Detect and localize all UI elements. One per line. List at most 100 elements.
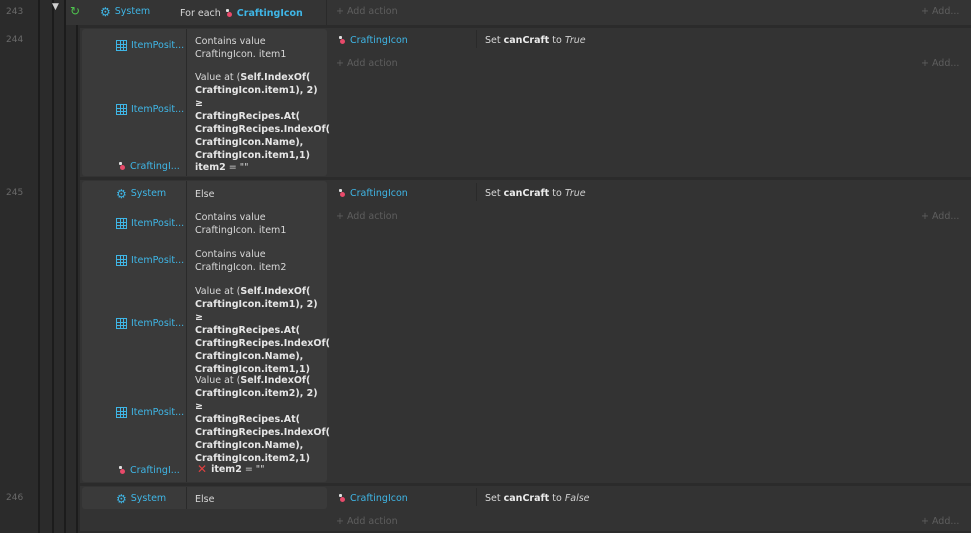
condition-prefix: Value at ( [195, 72, 241, 83]
condition-object-itemposition[interactable]: ItemPosit... [116, 40, 184, 51]
expr-line: Self.IndexOf( [240, 375, 311, 386]
column-divider [326, 0, 327, 25]
tree-line [52, 0, 54, 533]
object-label: ItemPosit... [131, 255, 185, 266]
condition-prefix: Value at ( [195, 375, 241, 386]
foreach-condition[interactable]: For each CraftingIcon [180, 7, 303, 20]
sprite-icon [225, 9, 233, 18]
expr-line: CraftingRecipes.At( [195, 325, 300, 336]
condition-object-itemposition[interactable]: ItemPosit... [116, 104, 184, 115]
object-label: System [130, 188, 167, 199]
expr-line: CraftingIcon.item2), 2) ≥ [195, 388, 318, 412]
action-prefix: Set [485, 188, 501, 199]
condition-text[interactable]: Contains value CraftingIcon. item2 [195, 248, 321, 274]
condition-object-itemposition[interactable]: ItemPosit... [116, 218, 184, 229]
condition-object-craftingicon[interactable]: CraftingI... [118, 465, 180, 476]
array-grid-icon [116, 104, 127, 115]
add-more-link[interactable]: + Add... [921, 516, 959, 527]
add-action-link[interactable]: + Add action [336, 6, 398, 17]
condition-text[interactable]: Value at (Self.IndexOf( CraftingIcon.ite… [195, 374, 330, 465]
condition-text[interactable]: item2 = "" [195, 161, 249, 174]
condition-suffix: = "" [225, 162, 249, 173]
var-name: item2 [211, 464, 242, 475]
condition-object-system[interactable]: ⚙ System [116, 493, 167, 505]
action-object-craftingicon[interactable]: CraftingIcon [338, 493, 408, 504]
add-more-link[interactable]: + Add... [921, 6, 959, 17]
sprite-icon [118, 162, 126, 171]
action-var: canCraft [503, 35, 550, 46]
column-divider [476, 488, 477, 506]
column-divider [476, 183, 477, 201]
condition-object-craftingicon[interactable]: CraftingI... [118, 161, 180, 172]
action-text[interactable]: Set canCraft to False [485, 493, 590, 504]
array-grid-icon [116, 407, 127, 418]
action-var: canCraft [503, 188, 550, 199]
tree-line [76, 0, 78, 533]
action-prefix: Set [485, 493, 501, 504]
object-label: CraftingI... [130, 465, 180, 476]
expr-line: CraftingRecipes.IndexOf( [195, 338, 330, 349]
expr-line: CraftingIcon.item1), 2) ≥ [195, 85, 318, 109]
condition-object-itemposition[interactable]: ItemPosit... [116, 407, 184, 418]
object-label: CraftingI... [130, 161, 180, 172]
collapse-toggle-icon[interactable]: ▼ [52, 3, 59, 12]
condition-text[interactable]: Else [195, 493, 214, 506]
condition-object-itemposition[interactable]: ItemPosit... [116, 255, 184, 266]
action-value: True [564, 188, 586, 199]
add-more-link[interactable]: + Add... [921, 211, 959, 222]
expr-line: Self.IndexOf( [240, 72, 311, 83]
column-divider [186, 29, 187, 176]
action-object-craftingicon[interactable]: CraftingIcon [338, 35, 408, 46]
add-action-link[interactable]: + Add action [336, 211, 398, 222]
var-name: item2 [195, 162, 226, 173]
object-label: System [130, 493, 167, 504]
column-divider [186, 181, 187, 482]
condition-text[interactable]: Contains value CraftingIcon. item1 [195, 211, 321, 237]
condition-text[interactable]: Else [195, 188, 214, 201]
array-grid-icon [116, 218, 127, 229]
expr-line: CraftingIcon.Name), [195, 351, 304, 362]
column-divider [186, 487, 187, 509]
gear-icon: ⚙ [100, 4, 111, 19]
tree-line [38, 0, 40, 533]
object-label: ItemPosit... [131, 104, 185, 115]
condition-text[interactable]: Contains value CraftingIcon. item1 [195, 35, 321, 61]
condition-text-inverted[interactable]: ✕ item2 = "" [197, 463, 265, 476]
expr-line: CraftingRecipes.IndexOf( [195, 427, 330, 438]
add-action-link[interactable]: + Add action [336, 58, 398, 69]
action-mid: to [552, 35, 562, 46]
condition-text[interactable]: Value at (Self.IndexOf( CraftingIcon.ite… [195, 285, 330, 376]
condition-text[interactable]: Value at (Self.IndexOf( CraftingIcon.ite… [195, 71, 330, 162]
array-grid-icon [116, 40, 127, 51]
invert-x-icon: ✕ [197, 462, 208, 476]
action-value: False [564, 493, 590, 504]
expr-line: CraftingIcon.item1,1) [195, 150, 310, 161]
add-more-link[interactable]: + Add... [921, 58, 959, 69]
line-number-243: 243 [6, 7, 24, 17]
expr-line: CraftingRecipes.At( [195, 111, 300, 122]
action-object-craftingicon[interactable]: CraftingIcon [338, 188, 408, 199]
condition-object-system[interactable]: ⚙ System [116, 186, 167, 201]
object-label: CraftingIcon [350, 35, 408, 46]
add-action-link[interactable]: + Add action [336, 516, 398, 527]
action-mid: to [552, 188, 562, 199]
action-text[interactable]: Set canCraft to True [485, 188, 586, 199]
action-text[interactable]: Set canCraft to True [485, 35, 586, 46]
action-prefix: Set [485, 35, 501, 46]
action-value: True [564, 35, 586, 46]
gear-icon: ⚙ [116, 186, 127, 201]
column-divider [476, 30, 477, 48]
sprite-icon [118, 466, 126, 475]
object-label: ItemPosit... [131, 40, 185, 51]
expr-line: CraftingIcon.item1), 2) ≥ [195, 299, 318, 323]
expr-line: CraftingIcon.Name), [195, 440, 304, 451]
sprite-icon [338, 36, 346, 45]
expr-line: Self.IndexOf( [240, 286, 311, 297]
line-number-245: 245 [6, 188, 24, 198]
action-var: canCraft [503, 493, 550, 504]
condition-object-system[interactable]: ⚙ System [100, 4, 150, 19]
line-number-244: 244 [6, 35, 24, 45]
condition-object-itemposition[interactable]: ItemPosit... [116, 318, 184, 329]
foreach-label: For each [180, 8, 221, 19]
line-number-246: 246 [6, 493, 24, 503]
